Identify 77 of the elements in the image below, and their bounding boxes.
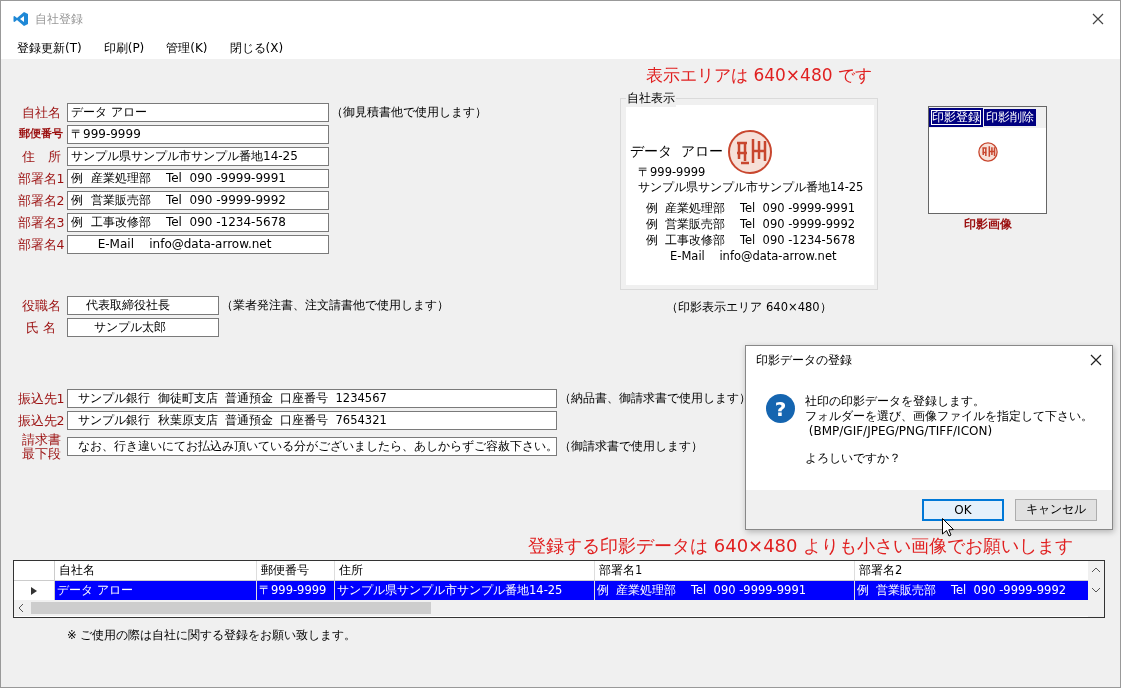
dialog-message: (BMP/GIF/JPEG/PNG/TIFF/ICON): [807, 424, 994, 439]
dialog-message: フォルダーを選び、画像ファイルを指定して下さい。: [805, 409, 1093, 424]
input-field[interactable]: 代表取締役社長: [67, 296, 219, 315]
company-name: データ アロー: [630, 143, 723, 161]
field-label: 部署名4: [16, 237, 66, 252]
preview-caption: （印影表示エリア 640×480）: [666, 300, 832, 315]
input-field[interactable]: E-Mail info@data-arrow.net: [67, 235, 329, 254]
field-label: 役職名: [20, 298, 62, 313]
field-label: 氏 名: [25, 320, 57, 335]
group-title: 自社表示: [626, 90, 676, 107]
usage-note: （納品書、御請求書で使用します）: [559, 391, 751, 406]
input-field[interactable]: 例 営業販売部 Tel 090 -9999-9992: [67, 191, 329, 210]
close-icon[interactable]: [1090, 354, 1102, 366]
stamp-button[interactable]: 印影登録: [930, 109, 982, 126]
annotation-text: 登録する印影データは 640×480 よりも小さい画像でお願いします: [528, 534, 1074, 558]
usage-note: （御見積書他で使用します）: [331, 105, 487, 120]
scroll-down-icon[interactable]: [1092, 587, 1100, 593]
window-title: 自社登録: [35, 10, 83, 28]
field-label: 請求書最下段: [20, 433, 62, 461]
field-label: 郵便番号: [18, 128, 64, 141]
column-header[interactable]: 郵便番号: [257, 561, 335, 580]
table-cell[interactable]: データ アロー: [55, 581, 257, 600]
question-icon: ?: [766, 394, 795, 423]
usage-note: （御請求書で使用します）: [559, 439, 703, 455]
input-field[interactable]: データ アロー: [67, 103, 329, 122]
scrollbar-thumb[interactable]: [31, 602, 431, 614]
input-field[interactable]: なお、行き違いにてお払込み頂いている分がございましたら、あしからずご容赦下さい。: [67, 437, 557, 457]
table-cell[interactable]: 例 産業処理部 Tel 090 -9999-9991: [595, 581, 855, 600]
postal-code: 〒999-9999: [637, 165, 707, 180]
dialog-button[interactable]: キャンセル: [1015, 498, 1097, 521]
dialog-title: 印影データの登録: [756, 351, 852, 369]
input-field[interactable]: 〒999-9999: [67, 125, 329, 144]
field-label: 振込先1: [16, 391, 66, 406]
stamp-button[interactable]: 印影削除: [984, 109, 1036, 126]
menu-item[interactable]: 登録更新(T): [13, 39, 86, 57]
dialog-button[interactable]: OK: [922, 498, 1004, 521]
input-field[interactable]: 例 工事改修部 Tel 090 -1234-5678: [67, 213, 329, 232]
stamp-caption: 印影画像: [963, 216, 1012, 233]
scroll-up-icon[interactable]: [1092, 567, 1100, 573]
menu-item[interactable]: 閉じる(X): [225, 39, 288, 57]
menu-item[interactable]: 管理(K): [162, 39, 212, 57]
field-label: 部署名1: [16, 171, 66, 186]
input-field[interactable]: サンプル銀行 御徒町支店 普通預金 口座番号 1234567: [67, 389, 557, 408]
input-field[interactable]: サンプル太郎: [67, 318, 219, 337]
row-pointer-icon: [31, 586, 37, 595]
app-icon: [13, 11, 29, 27]
field-label: 部署名3: [16, 215, 66, 230]
department-line: 例 営業販売部 Tel 090 -9999-9992: [645, 216, 857, 232]
field-label: 部署名2: [16, 193, 66, 208]
footnote: ※ ご使用の際は自社に関する登録をお願い致します。: [67, 628, 357, 643]
department-line: 例 産業処理部 Tel 090 -9999-9991: [645, 200, 857, 216]
department-line: 例 工事改修部 Tel 090 -1234-5678: [645, 232, 857, 248]
input-field[interactable]: サンプル県サンプル市サンプル番地14-25: [67, 147, 329, 166]
input-field[interactable]: 例 産業処理部 Tel 090 -9999-9991: [67, 169, 329, 188]
horizontal-scrollbar[interactable]: [14, 600, 1088, 616]
menu-item[interactable]: 印刷(P): [99, 39, 149, 57]
field-label: 自社名: [20, 105, 62, 120]
seal-stamp-icon: [977, 142, 998, 162]
annotation-text: 表示エリアは 640×480 です: [646, 64, 872, 87]
table-cell[interactable]: サンプル県サンプル市サンプル番地14-25: [335, 581, 595, 600]
column-header[interactable]: 部署名1: [595, 561, 855, 580]
field-label: 住 所: [20, 149, 62, 164]
dialog-question: よろしいですか？: [805, 451, 902, 466]
usage-note: （業者発注書、注文請書他で使用します）: [221, 298, 449, 313]
address: サンプル県サンプル市サンプル番地14-25: [637, 180, 865, 195]
scroll-left-icon[interactable]: [17, 604, 25, 612]
table-cell[interactable]: 〒999-9999: [257, 581, 335, 600]
column-header[interactable]: 住所: [335, 561, 595, 580]
table-cell[interactable]: 例 営業販売部 Tel 090 -9999-9992: [855, 581, 1088, 600]
seal-stamp-icon: [726, 129, 773, 175]
column-header[interactable]: 自社名: [55, 561, 257, 580]
vertical-scrollbar[interactable]: [1088, 561, 1104, 617]
input-field[interactable]: サンプル銀行 秋葉原支店 普通預金 口座番号 7654321: [67, 411, 557, 430]
close-icon[interactable]: [1092, 13, 1104, 25]
email-line: E-Mail info@data-arrow.net: [669, 248, 838, 264]
field-label: 振込先2: [16, 413, 66, 428]
dialog-message: 社印の印影データを登録します。: [805, 394, 986, 409]
